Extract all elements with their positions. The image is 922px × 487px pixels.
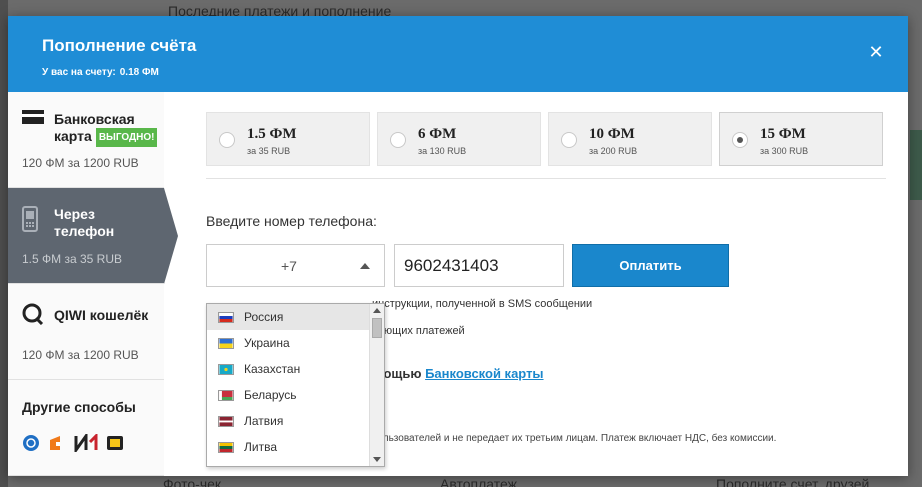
background-text-2: Автоплатеж: [440, 476, 517, 487]
country-option-latvia[interactable]: Латвия: [207, 408, 371, 434]
background-text-1: Фото-чек: [163, 476, 222, 487]
caret-up-icon: [360, 263, 370, 269]
sidebar-item-title: Через телефон: [54, 206, 115, 239]
profitable-badge: ВЫГОДНО!: [95, 128, 158, 147]
amount-option-3[interactable]: 10 ФМ за 200 RUB: [548, 112, 712, 166]
sms-instruction-text: инструкции, полученной в SMS сообщении: [372, 298, 593, 310]
amount-price: за 200 RUB: [589, 146, 638, 156]
kazakhstan-flag-icon: [218, 364, 234, 375]
country-option-russia[interactable]: Россия: [207, 304, 371, 330]
amount-option-2[interactable]: 6 ФМ за 130 RUB: [377, 112, 541, 166]
amount-price: за 300 RUB: [760, 146, 809, 156]
balance-label: У вас на счету:: [42, 67, 116, 78]
country-label: Литва: [244, 440, 277, 454]
dropdown-scrollbar[interactable]: [369, 304, 384, 466]
ii-icon[interactable]: [74, 434, 100, 452]
bank-card-link[interactable]: Банковской карты: [425, 366, 543, 381]
privacy-note: пользователей и не передает их третьим л…: [372, 433, 777, 444]
radio-button[interactable]: [390, 132, 406, 148]
country-label: Латвия: [244, 414, 284, 428]
scroll-up-arrow-icon[interactable]: [373, 308, 381, 313]
phone-label: Введите номер телефона:: [206, 213, 377, 229]
phone-number-input[interactable]: [394, 244, 564, 287]
radio-button-selected[interactable]: [732, 132, 748, 148]
sidebar-item-subtitle: 120 ФМ за 1200 RUB: [22, 348, 139, 362]
amount-option-1[interactable]: 1.5 ФМ за 35 RUB: [206, 112, 370, 166]
yandex-money-icon[interactable]: [48, 434, 66, 452]
amount-option-4[interactable]: 15 ФМ за 300 RUB: [719, 112, 883, 166]
belarus-flag-icon: [218, 390, 234, 401]
country-option-ukraine[interactable]: Украина: [207, 330, 371, 356]
amount-value: 6 ФМ: [418, 126, 457, 142]
background-right-strip: [910, 130, 922, 200]
sidebar-item-subtitle: 1.5 ФМ за 35 RUB: [22, 252, 122, 266]
country-code-select[interactable]: +7: [206, 244, 385, 287]
russia-flag-icon: [218, 312, 234, 323]
amount-value: 15 ФМ: [760, 126, 806, 142]
country-label: Беларусь: [244, 388, 297, 402]
country-option-kazakhstan[interactable]: Казахстан: [207, 356, 371, 382]
radio-button[interactable]: [561, 132, 577, 148]
amount-price: за 35 RUB: [247, 146, 291, 156]
qiwi-icon: [22, 303, 44, 325]
background-left-strip: [0, 0, 8, 487]
bank-card-option-text: мощью Банковской карты: [374, 366, 544, 381]
payment-method-sidebar: Банковская карта ВЫГОДНО! 120 ФМ за 1200 …: [8, 92, 178, 476]
modal-title: Пополнение счёта: [42, 36, 197, 55]
scroll-down-arrow-icon[interactable]: [373, 457, 381, 462]
scroll-thumb[interactable]: [372, 318, 382, 338]
next-payments-text: дующих платежей: [372, 325, 465, 337]
lithuania-flag-icon: [218, 442, 234, 453]
country-dropdown[interactable]: Россия Украина Казахстан Беларусь Латвия: [206, 303, 385, 467]
modal-header: Пополнение счёта У вас на счету: 0.18 ФМ …: [8, 16, 908, 92]
country-label: Казахстан: [244, 362, 301, 376]
latvia-flag-icon: [218, 416, 234, 427]
sidebar-item-phone[interactable]: Через телефон 1.5 ФМ за 35 RUB: [8, 188, 178, 284]
sidebar-item-subtitle: 120 ФМ за 1200 RUB: [22, 156, 139, 170]
sidebar-item-qiwi[interactable]: QIWI кошелёк 120 ФМ за 1200 RUB: [8, 284, 164, 380]
amount-value: 1.5 ФМ: [247, 126, 297, 142]
balance-line: У вас на счету: 0.18 ФМ: [42, 67, 159, 78]
sidebar-item-bank-card[interactable]: Банковская карта ВЫГОДНО! 120 ФМ за 1200 …: [8, 92, 164, 188]
amount-value: 10 ФМ: [589, 126, 635, 142]
background-text-3: Пополните счет, друзей: [716, 476, 870, 487]
country-code-value: +7: [281, 258, 297, 274]
mobile-phone-icon: [22, 206, 38, 232]
yandex-wallet-icon[interactable]: [106, 434, 124, 452]
radio-button[interactable]: [219, 132, 235, 148]
sidebar-item-title: Другие способы: [22, 399, 136, 415]
pay-button[interactable]: Оплатить: [572, 244, 729, 287]
country-option-belarus[interactable]: Беларусь: [207, 382, 371, 408]
top-up-modal: Пополнение счёта У вас на счету: 0.18 ФМ …: [8, 16, 908, 476]
sidebar-item-title: QIWI кошелёк: [54, 307, 149, 323]
ukraine-flag-icon: [218, 338, 234, 349]
country-option-lithuania[interactable]: Литва: [207, 434, 371, 460]
divider: [206, 178, 886, 179]
balance-value: 0.18 ФМ: [119, 67, 159, 78]
sidebar-item-title: Банковская карта ВЫГОДНО!: [54, 111, 158, 147]
sidebar-item-other-methods[interactable]: Другие способы: [8, 380, 164, 476]
bank-card-icon: [22, 110, 44, 124]
webmoney-icon[interactable]: [22, 434, 40, 452]
country-label: Украина: [244, 336, 290, 350]
close-icon[interactable]: ✕: [868, 43, 884, 61]
country-label: Россия: [244, 310, 284, 324]
amount-price: за 130 RUB: [418, 146, 467, 156]
